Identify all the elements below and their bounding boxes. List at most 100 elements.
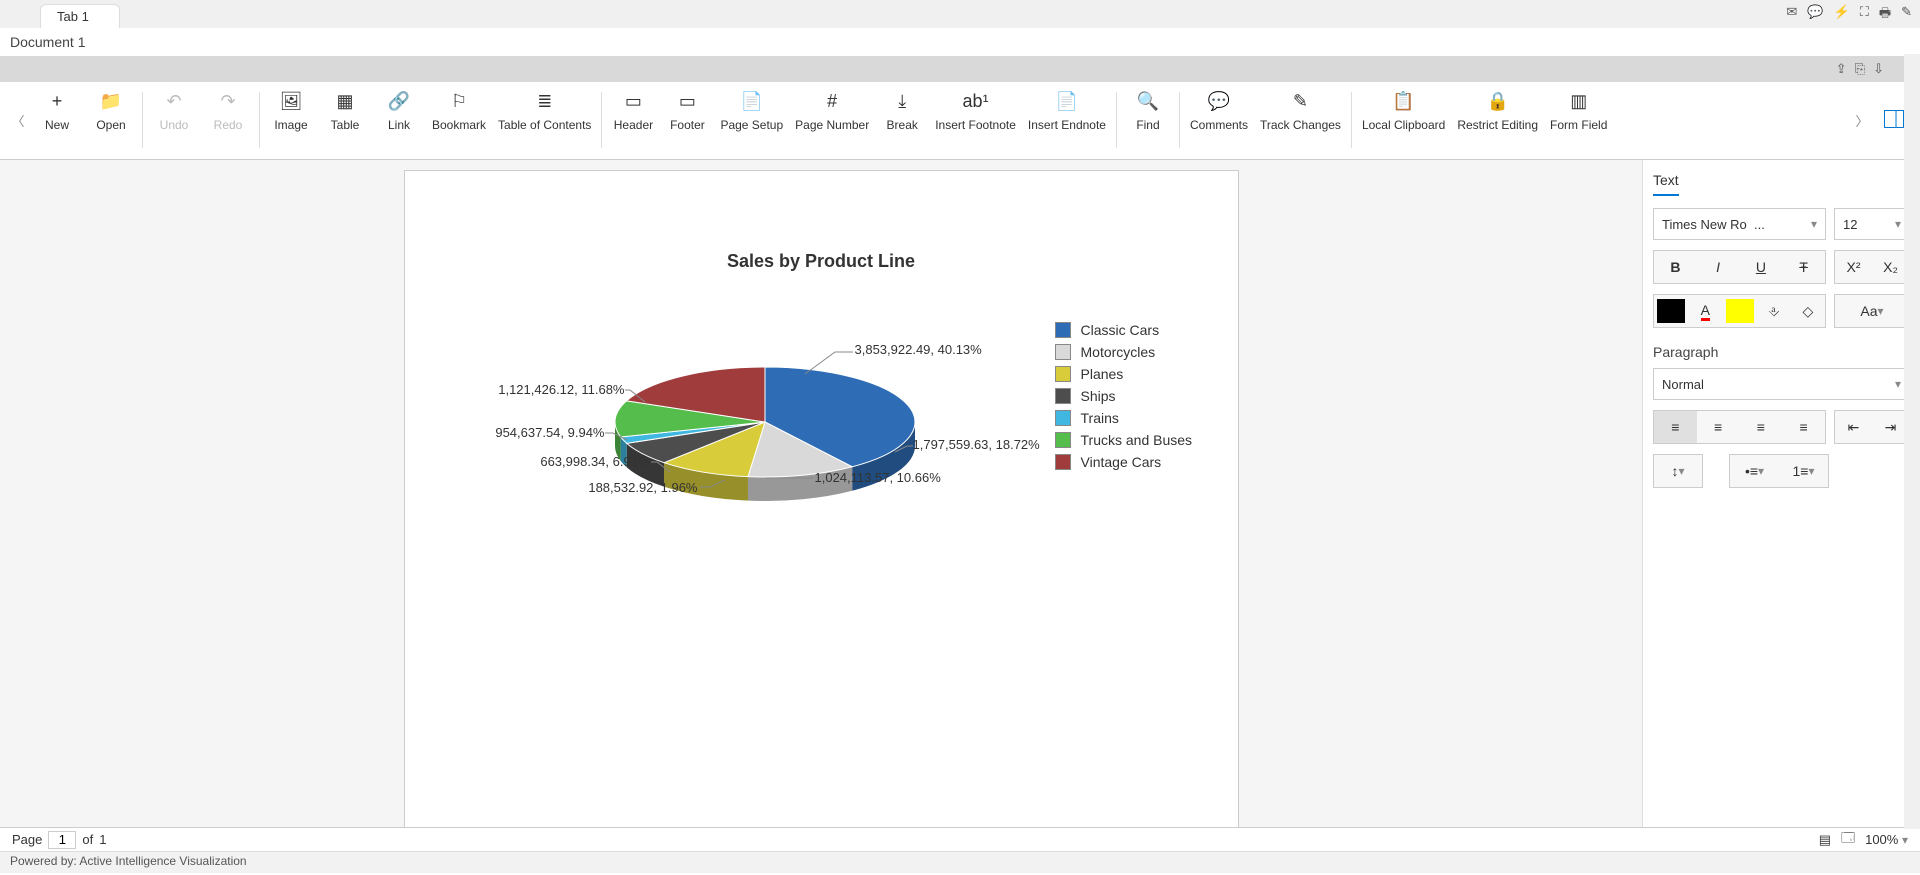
header-icon: ▭ (625, 90, 642, 114)
insert-footnote-icon: ab¹ (963, 90, 989, 114)
font-size-value: 12 (1843, 217, 1857, 232)
text-color-button[interactable] (1654, 295, 1688, 327)
chart-title: Sales by Product Line (435, 251, 1208, 272)
new-button[interactable]: +New (30, 82, 84, 160)
data-label-ships: 663,998.34, 6.91% (540, 454, 649, 469)
link-button[interactable]: 🔗Link (372, 82, 426, 160)
legend-item: Vintage Cars (1055, 454, 1193, 470)
clear-format-button[interactable]: ◇ (1791, 295, 1825, 327)
side-panel: Text Times New Ro ... ▾ 12 ▾ B I U Ŧ X² … (1642, 160, 1920, 827)
align-right-button[interactable]: ≡ (1740, 411, 1783, 443)
table-button[interactable]: ▦Table (318, 82, 372, 160)
break-icon: ⤓ (898, 90, 906, 114)
local-clipboard-button[interactable]: 📋Local Clipboard (1356, 82, 1451, 160)
strikethrough-button[interactable]: Ŧ (1782, 251, 1825, 283)
web-layout-icon[interactable]: 🗔 (1841, 829, 1855, 851)
highlight-color-button[interactable] (1722, 295, 1756, 327)
print-icon[interactable]: 🖶 (1879, 4, 1891, 26)
legend-swatch (1055, 432, 1071, 448)
paragraph-section-title: Paragraph (1653, 344, 1910, 360)
insert-endnote-button[interactable]: 📄Insert Endnote (1022, 82, 1112, 160)
change-case-button[interactable]: Aa ▾ (1835, 295, 1909, 327)
superscript-button[interactable]: X² (1835, 251, 1872, 283)
page-input[interactable] (48, 831, 76, 849)
track-changes-icon: ✎ (1293, 90, 1308, 114)
outer-scrollbar[interactable] (1904, 54, 1920, 829)
data-label-vintage: 1,797,559.63, 18.72% (913, 437, 1040, 452)
chart-body: 3,853,922.49, 40.13% 1,121,426.12, 11.68… (435, 312, 1208, 572)
scroll-left-icon[interactable]: 〈 (6, 111, 30, 130)
decrease-indent-button[interactable]: ⇤ (1835, 411, 1872, 443)
align-left-button[interactable]: ≡ (1654, 411, 1697, 443)
align-justify-button[interactable]: ≡ (1782, 411, 1825, 443)
zoom-level[interactable]: 100% ▾ (1865, 832, 1908, 847)
view-mode-icon[interactable]: ▤ (1819, 832, 1831, 848)
page-label: Page (12, 832, 42, 847)
data-label-motorcycles: 1,121,426.12, 11.68% (498, 382, 624, 397)
image-icon: 🖼 (280, 90, 303, 114)
header-button[interactable]: ▭Header (606, 82, 660, 160)
undo-button[interactable]: ↶Undo (147, 82, 201, 160)
insert-footnote-button[interactable]: ab¹Insert Footnote (929, 82, 1022, 160)
number-list-button[interactable]: 1≡ ▾ (1779, 455, 1828, 487)
download-icon[interactable]: ⇩ (1873, 61, 1884, 77)
upload-icon[interactable]: ⇪ (1836, 61, 1847, 77)
redo-button[interactable]: ↷Redo (201, 82, 255, 160)
powered-by: Powered by: Active Intelligence Visualiz… (10, 854, 247, 868)
find-button[interactable]: 🔍Find (1121, 82, 1175, 160)
highlight-picker[interactable]: ⎀ (1757, 295, 1791, 327)
fullscreen-icon[interactable]: ⛶ (1860, 4, 1869, 26)
line-spacing-button[interactable]: ↕ ▾ (1654, 455, 1702, 487)
document-scroll[interactable]: Sales by Product Line 3,853,922.49, 40.1… (0, 160, 1642, 827)
font-size-select[interactable]: 12 ▾ (1834, 208, 1910, 240)
restrict-editing-button[interactable]: 🔒Restrict Editing (1451, 82, 1544, 160)
document-tab[interactable]: Tab 1 (40, 4, 120, 28)
image-button[interactable]: 🖼Image (264, 82, 318, 160)
footer-button[interactable]: ▭Footer (660, 82, 714, 160)
bookmark-button[interactable]: ⚐Bookmark (426, 82, 492, 160)
paragraph-style-value: Normal (1662, 377, 1704, 392)
chevron-down-icon: ▾ (1895, 377, 1901, 391)
page-number-button[interactable]: #Page Number (789, 82, 875, 160)
filter-off-icon[interactable]: ⚡ (1834, 4, 1850, 26)
legend-swatch (1055, 366, 1071, 382)
bullet-list-button[interactable]: •≡ ▾ (1730, 455, 1779, 487)
form-field-button[interactable]: ▥Form Field (1544, 82, 1613, 160)
open-button[interactable]: 📁Open (84, 82, 138, 160)
share-icon[interactable]: ⎘ (1855, 61, 1865, 77)
comment-icon[interactable]: 💬 (1807, 4, 1823, 26)
tab-label: Tab 1 (57, 9, 89, 24)
tab-bar: Tab 1 ✉ 💬 ⚡ ⛶ 🖶 ✎ (0, 0, 1920, 28)
ribbon-bar: ⇪ ⎘ ⇩ (0, 56, 1920, 82)
top-right-icons: ✉ 💬 ⚡ ⛶ 🖶 ✎ (1786, 4, 1912, 26)
data-label-trucks: 1,024,113.57, 10.66% (815, 470, 941, 485)
data-label-planes: 954,637.54, 9.94% (495, 425, 604, 440)
mail-icon[interactable]: ✉ (1786, 4, 1797, 26)
toc-icon: ≣ (537, 90, 552, 114)
data-label-classic-cars: 3,853,922.49, 40.13% (855, 342, 982, 357)
track-changes-button[interactable]: ✎Track Changes (1254, 82, 1347, 160)
break-button[interactable]: ⤓Break (875, 82, 929, 160)
comments-button[interactable]: 💬Comments (1184, 82, 1254, 160)
page-number-icon: # (827, 90, 837, 114)
panel-tab-text[interactable]: Text (1653, 172, 1679, 196)
legend-swatch (1055, 388, 1071, 404)
bold-button[interactable]: B (1654, 251, 1697, 283)
align-center-button[interactable]: ≡ (1697, 411, 1740, 443)
font-color-picker[interactable]: A (1688, 295, 1722, 327)
underline-button[interactable]: U (1740, 251, 1783, 283)
edit-icon[interactable]: ✎ (1901, 4, 1912, 26)
italic-button[interactable]: I (1697, 251, 1740, 283)
local-clipboard-icon: 📋 (1392, 90, 1414, 114)
page-setup-button[interactable]: 📄Page Setup (714, 82, 789, 160)
legend-swatch (1055, 454, 1071, 470)
legend-swatch (1055, 410, 1071, 426)
table-icon: ▦ (336, 90, 353, 114)
new-icon: + (52, 90, 63, 114)
of-label: of (82, 832, 93, 847)
font-family-select[interactable]: Times New Ro ... ▾ (1653, 208, 1826, 240)
paragraph-style-select[interactable]: Normal ▾ (1653, 368, 1910, 400)
insert-endnote-icon: 📄 (1056, 90, 1078, 114)
scroll-right-icon[interactable]: 〉 (1850, 111, 1874, 130)
toc-button[interactable]: ≣Table of Contents (492, 82, 597, 160)
